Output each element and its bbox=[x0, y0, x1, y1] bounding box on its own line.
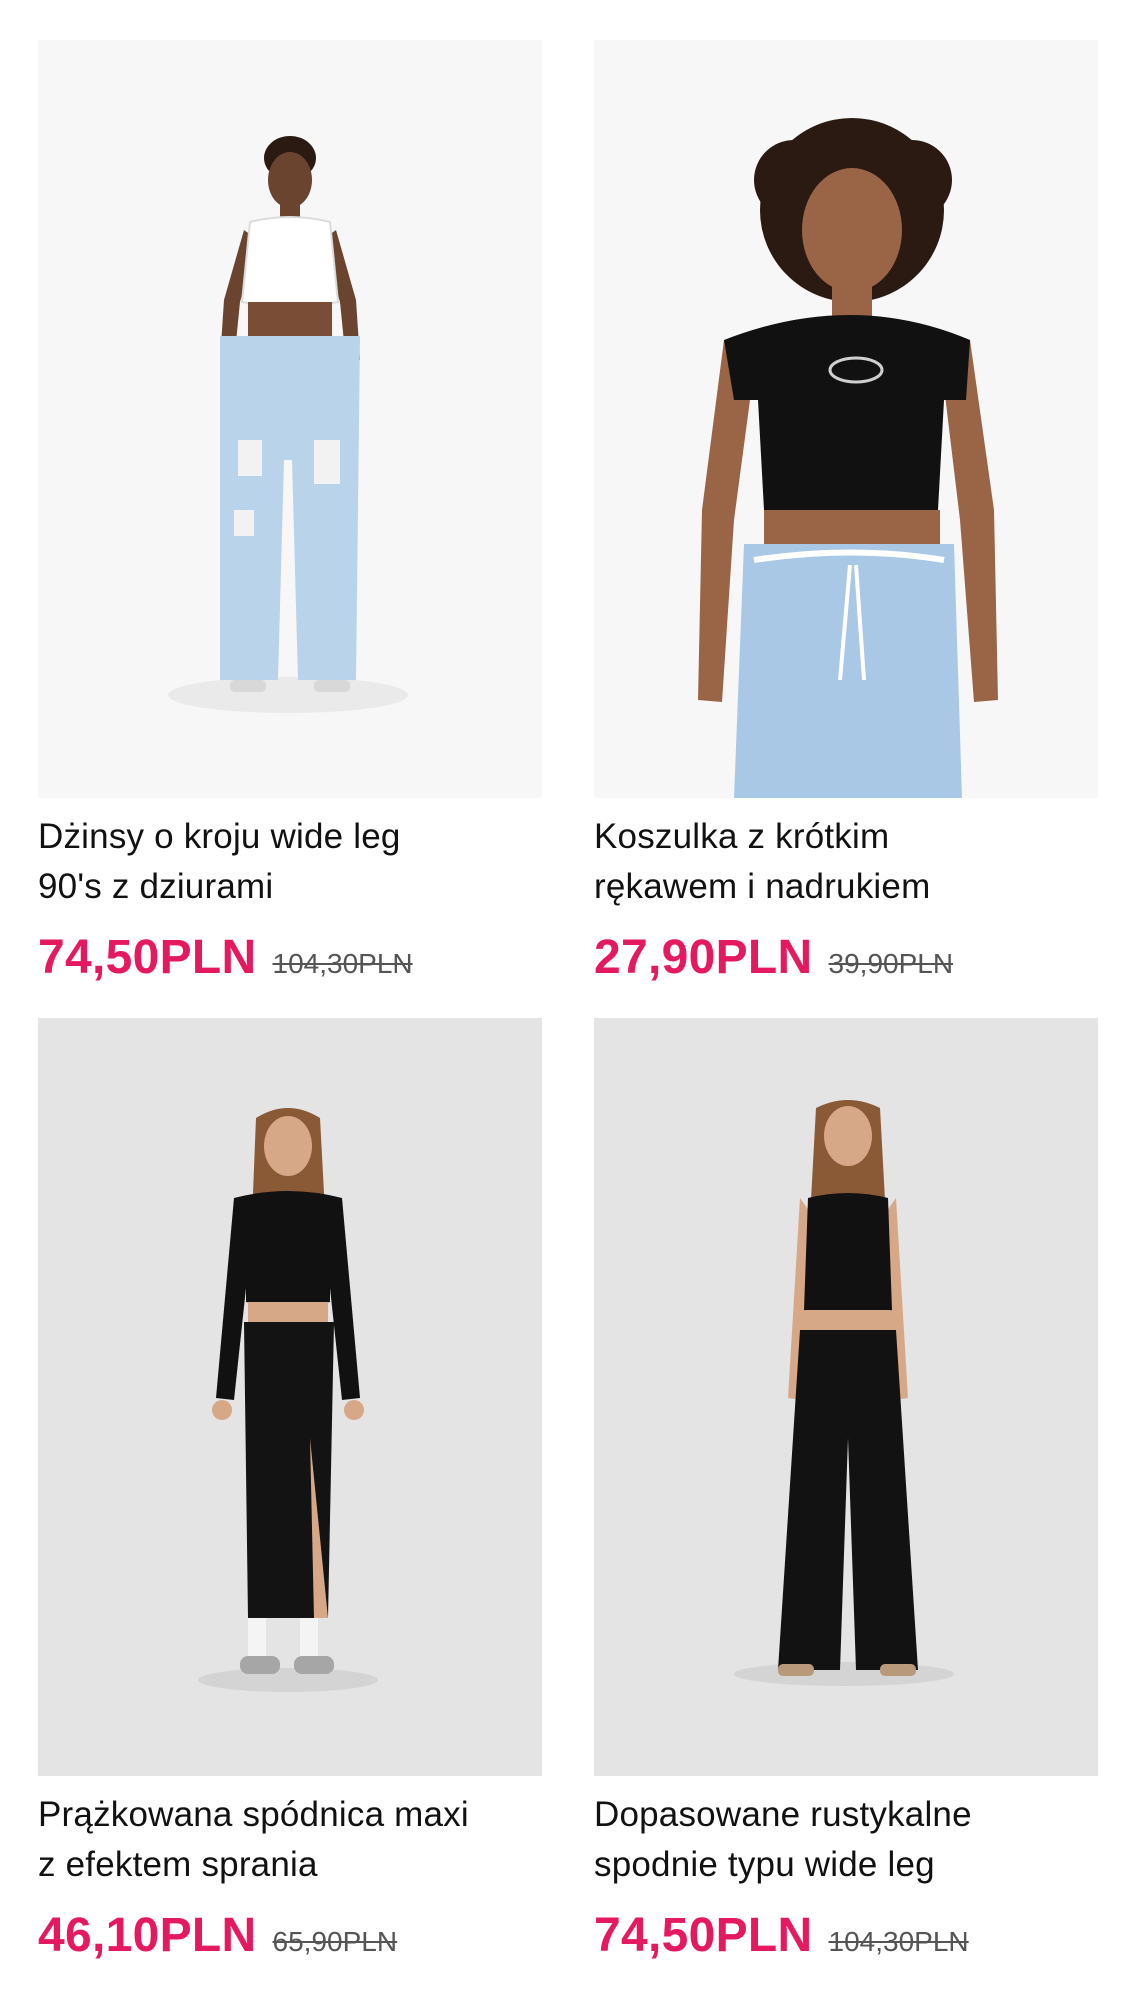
product-grid: Dżinsy o kroju wide leg 90's z dziurami … bbox=[0, 0, 1138, 2000]
product-card[interactable]: Prążkowana spódnica maxi z efektem spran… bbox=[38, 1018, 542, 1963]
product-title-line: z efektem sprania bbox=[38, 1845, 318, 1884]
sale-price: 74,50PLN bbox=[38, 931, 257, 984]
product-photo[interactable] bbox=[38, 40, 542, 798]
product-card[interactable]: Dopasowane rustykalne spodnie typu wide … bbox=[594, 1018, 1098, 1963]
price-row: 74,50PLN 104,30PLN bbox=[594, 1908, 1098, 1963]
product-title[interactable]: Koszulka z krótkim rękawem i nadrukiem bbox=[594, 812, 1098, 912]
product-title-line: Koszulka z krótkim bbox=[594, 817, 890, 856]
product-photo[interactable] bbox=[38, 1018, 542, 1776]
sale-price: 46,10PLN bbox=[38, 1909, 257, 1962]
price-row: 27,90PLN 39,90PLN bbox=[594, 930, 1098, 985]
original-price: 65,90PLN bbox=[272, 1926, 398, 1957]
product-title[interactable]: Prążkowana spódnica maxi z efektem spran… bbox=[38, 1790, 542, 1890]
product-title-line: spodnie typu wide leg bbox=[594, 1845, 935, 1884]
sale-price: 27,90PLN bbox=[594, 931, 813, 984]
product-card[interactable]: Dżinsy o kroju wide leg 90's z dziurami … bbox=[38, 40, 542, 985]
product-title-line: Dżinsy o kroju wide leg bbox=[38, 817, 401, 856]
product-title[interactable]: Dżinsy o kroju wide leg 90's z dziurami bbox=[38, 812, 542, 912]
product-photo[interactable] bbox=[594, 40, 1098, 798]
sale-price: 74,50PLN bbox=[594, 1909, 813, 1962]
price-row: 46,10PLN 65,90PLN bbox=[38, 1908, 542, 1963]
product-title[interactable]: Dopasowane rustykalne spodnie typu wide … bbox=[594, 1790, 1098, 1890]
product-photo[interactable] bbox=[594, 1018, 1098, 1776]
price-row: 74,50PLN 104,30PLN bbox=[38, 930, 542, 985]
product-title-line: rękawem i nadrukiem bbox=[594, 867, 931, 906]
product-title-line: 90's z dziurami bbox=[38, 867, 274, 906]
original-price: 39,90PLN bbox=[828, 948, 954, 979]
original-price: 104,30PLN bbox=[272, 948, 413, 979]
original-price: 104,30PLN bbox=[828, 1926, 969, 1957]
product-card[interactable]: Koszulka z krótkim rękawem i nadrukiem 2… bbox=[594, 40, 1098, 985]
product-title-line: Prążkowana spódnica maxi bbox=[38, 1795, 469, 1834]
product-title-line: Dopasowane rustykalne bbox=[594, 1795, 972, 1834]
